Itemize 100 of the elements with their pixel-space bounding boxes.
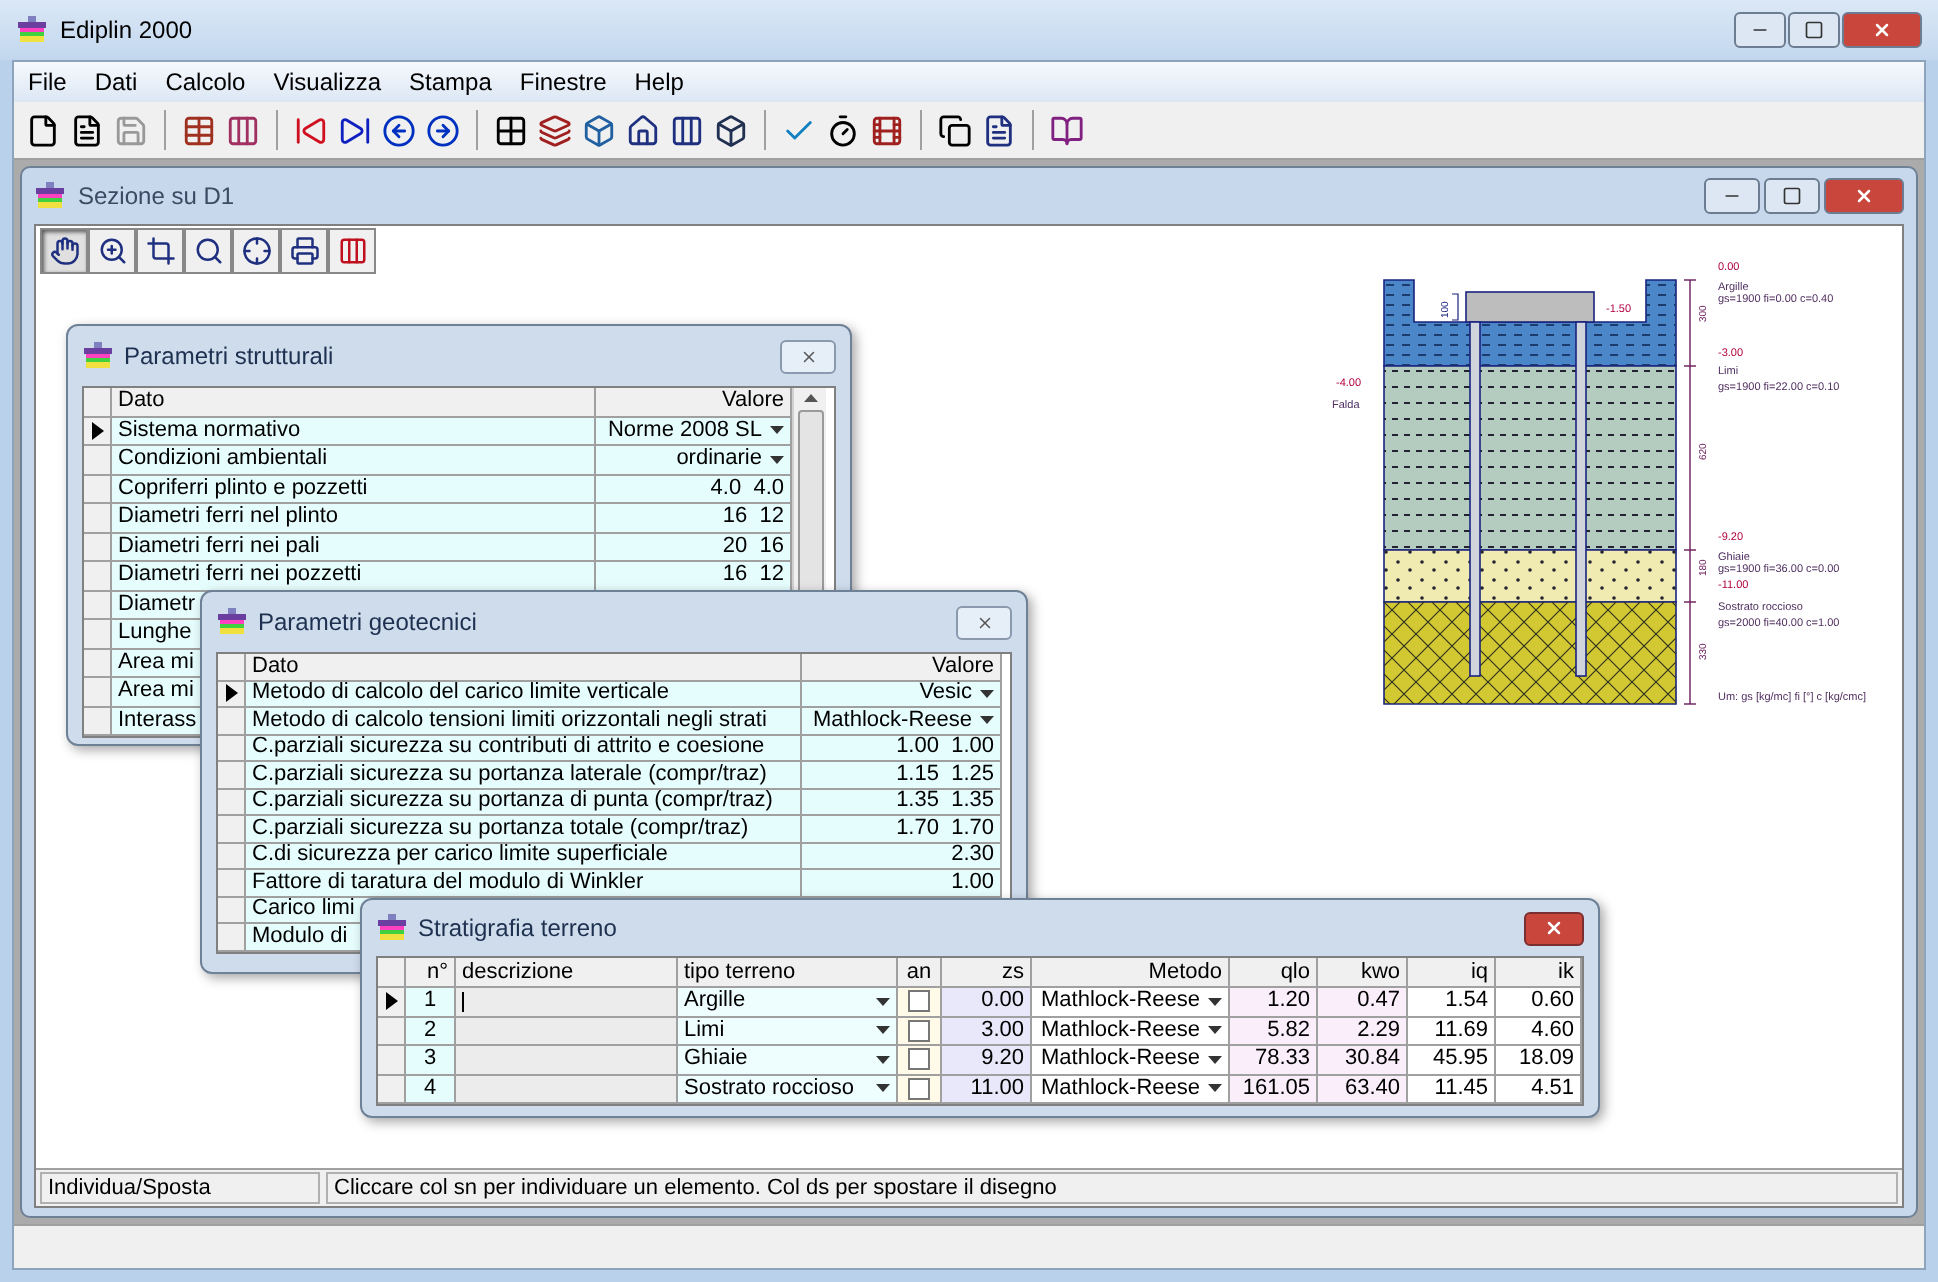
maximize-icon: [1782, 186, 1802, 206]
row-label: Metodo di calcolo del carico limite verticale: [246, 681, 802, 708]
new-file-icon[interactable]: [26, 113, 60, 147]
caret-icon: [876, 997, 890, 1006]
tool-button[interactable]: [184, 228, 232, 274]
film-icon[interactable]: [870, 113, 904, 147]
copy-icon[interactable]: [938, 113, 972, 147]
tool-button[interactable]: [328, 228, 376, 274]
checkbox[interactable]: [908, 990, 930, 1013]
value-dropdown[interactable]: Vesic: [802, 681, 1002, 708]
dropdown-cell[interactable]: Argille: [678, 988, 898, 1017]
value-cell: 1.00: [802, 870, 1002, 897]
caret-icon: [770, 455, 784, 464]
table-cell: 0.47: [1318, 988, 1408, 1017]
grid-icon: [337, 236, 367, 266]
table-cell: 2: [406, 1017, 456, 1046]
column-header: qlo: [1230, 958, 1318, 988]
last-icon[interactable]: [338, 113, 372, 147]
columns-icon[interactable]: [226, 113, 260, 147]
table-cell: 0.60: [1496, 988, 1582, 1017]
caret-icon: [1208, 1055, 1222, 1064]
dropdown-cell[interactable]: Mathlock-Reese: [1032, 988, 1230, 1017]
value-cell: 2.30: [802, 843, 1002, 870]
table-cell: 11.00: [942, 1075, 1032, 1104]
dimension-line: [1451, 293, 1459, 321]
layers-icon[interactable]: [538, 113, 572, 147]
value-cell: 20 16: [596, 533, 792, 562]
checkbox[interactable]: [908, 1077, 930, 1100]
dropdown-cell[interactable]: Mathlock-Reese: [1032, 1046, 1230, 1075]
maximize-button[interactable]: [1764, 178, 1820, 214]
table-cell: 30.84: [1318, 1046, 1408, 1075]
first-icon[interactable]: [294, 113, 328, 147]
table-cell: 4: [406, 1075, 456, 1104]
dropdown-cell[interactable]: Limi: [678, 1017, 898, 1046]
menu-item[interactable]: Dati: [80, 64, 152, 100]
tool-button[interactable]: [136, 228, 184, 274]
child-window-title: Sezione su D1: [78, 180, 235, 214]
forward-icon[interactable]: [426, 113, 460, 147]
menu-item[interactable]: Finestre: [505, 64, 621, 100]
caret-icon: [1208, 1084, 1222, 1093]
checkbox[interactable]: [908, 1048, 930, 1071]
table-cell: 161.05: [1230, 1075, 1318, 1104]
document-icon[interactable]: [70, 113, 104, 147]
plan-icon[interactable]: [494, 113, 528, 147]
checkbox[interactable]: [908, 1019, 930, 1042]
value-dropdown[interactable]: Norme 2008 SL: [596, 417, 792, 446]
help-book-icon[interactable]: [1050, 113, 1084, 147]
report-icon[interactable]: [982, 113, 1016, 147]
caret-icon: [1208, 1026, 1222, 1035]
dialog-title: Parametri strutturali: [124, 340, 334, 374]
status-message: Cliccare col sn per individuare un elemento. Col ds per spostare il disegno: [326, 1172, 1898, 1204]
table-cell: 0.00: [942, 988, 1032, 1017]
column-header: kwo: [1318, 958, 1408, 988]
value-dropdown[interactable]: ordinarie: [596, 446, 792, 475]
status-mode: Individua/Sposta: [40, 1172, 320, 1204]
menu-item[interactable]: File: [14, 64, 81, 100]
timer-icon[interactable]: [826, 113, 860, 147]
close-button[interactable]: [1824, 178, 1904, 214]
tool-button[interactable]: [40, 228, 88, 274]
maximize-button[interactable]: [1788, 12, 1840, 48]
row-pointer-icon: [225, 684, 237, 703]
back-icon[interactable]: [382, 113, 416, 147]
app-icon: [376, 912, 408, 944]
column-header: an: [898, 958, 942, 988]
description-field[interactable]: [456, 1046, 678, 1075]
table-cell: 63.40: [1318, 1075, 1408, 1104]
column-header: Valore: [802, 654, 1002, 681]
scroll-up-icon[interactable]: [803, 394, 817, 402]
tool-button[interactable]: [88, 228, 136, 274]
column-header: iq: [1408, 958, 1496, 988]
menu-item[interactable]: Visualizza: [259, 64, 396, 100]
value-cell: 16 12: [596, 504, 792, 533]
menu-item[interactable]: Help: [620, 64, 698, 100]
crop-icon: [145, 236, 175, 266]
table-icon[interactable]: [182, 113, 216, 147]
dropdown-cell[interactable]: Ghiaie: [678, 1046, 898, 1075]
value-cell: 16 12: [596, 562, 792, 591]
row-label: Diametri ferri nel plinto: [112, 504, 596, 533]
menu-item[interactable]: Stampa: [395, 64, 506, 100]
description-field[interactable]: [456, 1017, 678, 1046]
table-cell: 3.00: [942, 1017, 1032, 1046]
table-cell: 78.33: [1230, 1046, 1318, 1075]
column-header: descrizione: [456, 958, 678, 988]
column-header: Valore: [596, 388, 792, 417]
dropdown-cell[interactable]: Mathlock-Reese: [1032, 1017, 1230, 1046]
value-cell: 1.00 1.00: [802, 735, 1002, 762]
dropdown-cell[interactable]: Mathlock-Reese: [1032, 1075, 1230, 1104]
dropdown-cell[interactable]: Sostrato roccioso: [678, 1075, 898, 1104]
caret-icon: [1208, 997, 1222, 1006]
description-field[interactable]: [456, 988, 678, 1017]
description-field[interactable]: [456, 1075, 678, 1104]
row-label: Sistema normativo: [112, 417, 596, 446]
tool-button[interactable]: [280, 228, 328, 274]
tool-button[interactable]: [232, 228, 280, 274]
value-dropdown[interactable]: Mathlock-Reese: [802, 708, 1002, 735]
close-button[interactable]: [1524, 911, 1584, 945]
caret-icon: [770, 426, 784, 435]
menu-item[interactable]: Calcolo: [151, 64, 260, 100]
close-button[interactable]: [1842, 12, 1922, 48]
print-icon: [289, 236, 319, 266]
